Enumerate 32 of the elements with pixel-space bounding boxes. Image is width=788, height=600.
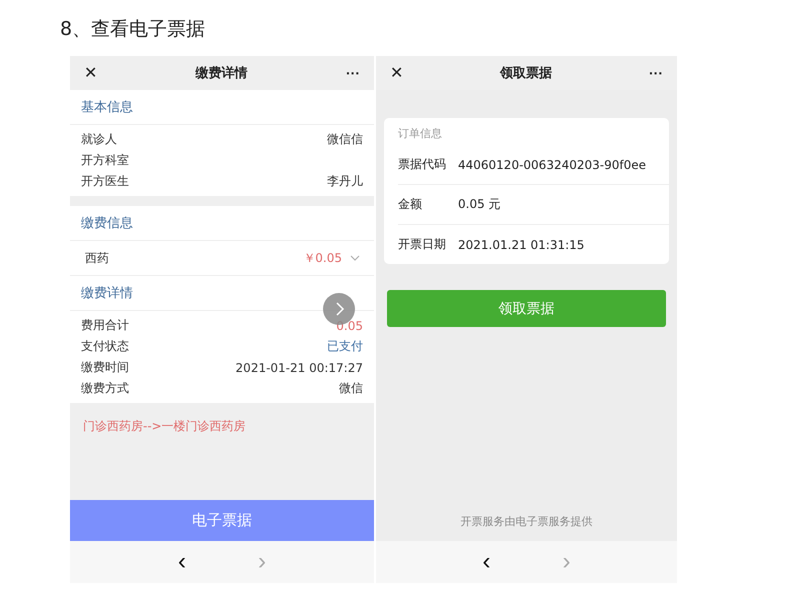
field-value: 0.05 元 xyxy=(458,196,501,213)
section-title: 缴费信息 xyxy=(70,206,374,241)
field-value: 44060120-0063240203-90f0ee xyxy=(458,158,646,172)
field-label: 费用合计 xyxy=(81,317,129,334)
item-label: 西药 xyxy=(85,250,110,266)
pharmacy-route-text: 门诊西药房-->一楼门诊西药房 xyxy=(83,419,246,433)
field-label: 缴费方式 xyxy=(81,380,129,397)
service-note: 开票服务由电子票服务提供 xyxy=(460,514,594,529)
section-title: 基本信息 xyxy=(70,90,374,125)
field-label: 开方医生 xyxy=(81,173,129,190)
screen-title: 缴费详情 xyxy=(196,64,248,82)
back-button[interactable]: ‹ xyxy=(172,548,192,576)
field-value: 0.05 xyxy=(336,318,363,332)
field-label: 就诊人 xyxy=(81,131,117,148)
item-amount: ￥0.05 xyxy=(303,250,342,266)
card-title: 订单信息 xyxy=(398,126,443,141)
field-label: 支付状态 xyxy=(81,338,129,355)
field-label: 缴费时间 xyxy=(81,359,129,376)
chevron-icon[interactable] xyxy=(350,255,360,261)
field-value: 2021-01-21 00:17:27 xyxy=(236,360,363,374)
back-button[interactable]: ‹ xyxy=(476,548,496,576)
field-label: 开方科室 xyxy=(81,152,129,169)
field-value: 微信 xyxy=(339,380,363,397)
field-value: 2021.01.21 01:31:15 xyxy=(458,238,584,252)
screen-title: 领取票据 xyxy=(500,65,552,82)
field-label: 开票日期 xyxy=(398,236,447,253)
page-heading: 8、查看电子票据 xyxy=(60,17,206,42)
field-label: 票据代码 xyxy=(398,156,447,173)
field-value: 微信信 xyxy=(327,131,363,148)
field-value: 李丹儿 xyxy=(327,173,363,190)
field-label: 金额 xyxy=(398,196,423,213)
field-value: 已支付 xyxy=(327,338,363,355)
